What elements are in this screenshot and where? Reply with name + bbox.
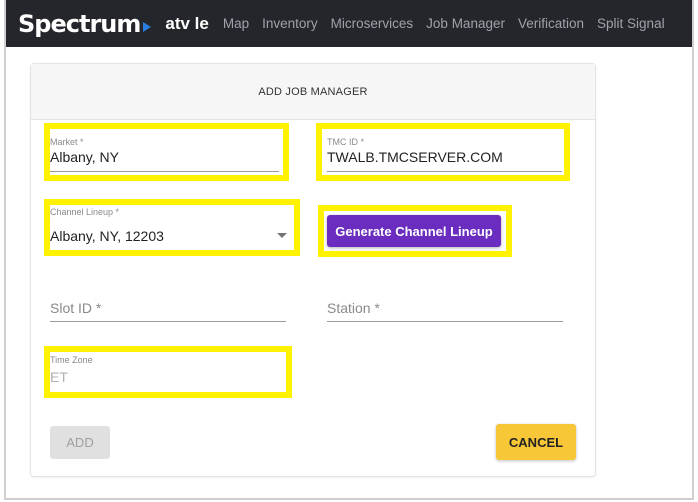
station-input[interactable]: Station * xyxy=(327,298,563,324)
tmc-id-label: TMC ID * xyxy=(327,137,364,147)
nav-links: Map Inventory Microservices Job Manager … xyxy=(223,16,678,31)
spectrum-logo[interactable]: Spectrum xyxy=(18,9,152,38)
market-value: Albany, NY xyxy=(50,149,119,165)
tmc-id-value: TWALB.TMCSERVER.COM xyxy=(327,149,503,165)
station-underline xyxy=(327,321,563,322)
channel-lineup-value: Albany, NY, 12203 xyxy=(50,228,164,244)
app-name: atv le xyxy=(165,13,209,33)
slot-id-underline xyxy=(50,321,286,322)
tmc-id-underline xyxy=(327,171,562,172)
market-label: Market * xyxy=(50,137,84,147)
nav-link-map[interactable]: Map xyxy=(223,16,249,31)
time-zone-value: ET xyxy=(50,369,68,385)
tmc-id-field[interactable]: TMC ID * TWALB.TMCSERVER.COM xyxy=(327,137,562,175)
station-placeholder: Station * xyxy=(327,300,380,316)
nav-link-verification[interactable]: Verification xyxy=(518,16,584,31)
chevron-down-icon[interactable] xyxy=(277,233,287,238)
top-navbar: Spectrum atv le Map Inventory Microservi… xyxy=(6,0,692,47)
channel-lineup-label: Channel Lineup * xyxy=(50,207,120,217)
add-button[interactable]: ADD xyxy=(50,426,110,459)
card-title: ADD JOB MANAGER xyxy=(31,64,595,120)
slot-id-input[interactable]: Slot ID * xyxy=(50,298,286,324)
nav-link-split-signal[interactable]: Split Signal xyxy=(597,16,665,31)
time-zone-field: Time Zone ET xyxy=(50,355,286,391)
market-field[interactable]: Market * Albany, NY xyxy=(50,137,279,175)
nav-link-inventory[interactable]: Inventory xyxy=(262,16,318,31)
time-zone-label: Time Zone xyxy=(50,355,93,365)
logo-text: Spectrum xyxy=(18,9,141,38)
market-underline xyxy=(50,171,279,172)
slot-id-placeholder: Slot ID * xyxy=(50,300,102,316)
nav-link-microservices[interactable]: Microservices xyxy=(331,16,414,31)
channel-lineup-select[interactable]: Channel Lineup * Albany, NY, 12203 xyxy=(50,207,290,249)
nav-link-job-manager[interactable]: Job Manager xyxy=(426,16,505,31)
cancel-button[interactable]: CANCEL xyxy=(496,424,576,460)
generate-channel-lineup-button[interactable]: Generate Channel Lineup xyxy=(327,215,501,247)
logo-arrow-icon xyxy=(143,21,152,32)
